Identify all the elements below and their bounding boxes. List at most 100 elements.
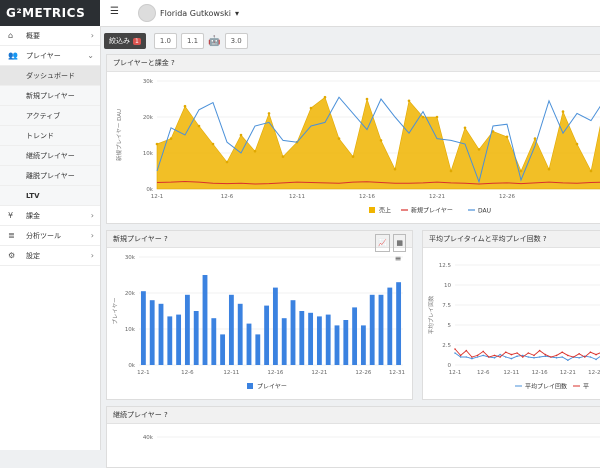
bar <box>228 294 234 365</box>
avatar <box>138 4 156 22</box>
revenue-point <box>477 148 481 151</box>
play-count-line-point <box>544 355 547 357</box>
sidebar-item-label: 概要 <box>26 32 40 40</box>
bar <box>158 303 164 365</box>
bar <box>264 305 270 365</box>
app-logo: G²METRICS <box>0 0 100 26</box>
new-players-chart: 0k 10k 20k 30k プレイヤー 12-1 12-6 12-11 12-16 12-21 1… <box>112 254 405 391</box>
play-count-line-point <box>499 353 501 356</box>
sidebar-item-ltv[interactable]: LTV <box>0 186 100 206</box>
bar <box>343 320 349 365</box>
legend-play-count: 平均プレイ回数 <box>525 383 567 391</box>
help-icon[interactable]: ? <box>171 59 175 67</box>
revenue-point <box>155 142 159 146</box>
revenue-point <box>169 137 173 140</box>
bar <box>378 294 384 365</box>
bar <box>167 316 173 365</box>
sidebar-item-label: 設定 <box>26 252 40 260</box>
x-tick-label: 12-11 <box>223 370 239 376</box>
legend-players: プレイヤー <box>257 384 287 391</box>
help-icon[interactable]: ? <box>164 411 168 419</box>
filter-button[interactable]: 絞込み 1 <box>104 33 146 49</box>
panel-title: 継続プレイヤー <box>113 411 162 419</box>
play-time-line-point <box>499 356 501 358</box>
ios-version-option[interactable]: 1.1 <box>180 33 205 49</box>
y-tick-label: 7.5 <box>442 303 451 309</box>
users-icon: 👥 <box>8 51 18 60</box>
help-icon[interactable]: ? <box>543 235 547 243</box>
ios-version-option[interactable]: 1.0 <box>153 33 177 49</box>
play-time-line-point <box>595 353 597 356</box>
play-time-line-point <box>550 356 552 358</box>
y-tick-label: 40k <box>143 435 154 441</box>
y-axis-label: 平均プレイ回数 <box>427 295 435 334</box>
android-icon[interactable]: 🤖 <box>208 36 220 47</box>
sidebar-item-retained[interactable]: 継続プレイヤー <box>0 146 100 166</box>
bar <box>237 303 243 365</box>
help-icon[interactable]: ? <box>164 235 168 243</box>
sidebar-item-billing[interactable]: ¥ 課金 › <box>0 206 100 226</box>
y-axis-label: プレイヤー <box>112 297 119 324</box>
user-name: Florida Gutkowski <box>160 8 231 18</box>
revenue-point <box>309 106 313 110</box>
revenue-point <box>533 137 537 140</box>
sidebar-item-players[interactable]: 👥 プレイヤー ⌄ <box>0 46 100 66</box>
x-tick-label: 12-16 <box>359 194 375 200</box>
sidebar-item-settings[interactable]: ⚙ 設定 › <box>0 246 100 266</box>
android-version-option[interactable]: 3.0 <box>224 33 248 49</box>
sidebar-item-overview[interactable]: ⌂ 概要 › <box>0 26 100 46</box>
revenue-point <box>547 167 551 171</box>
y-tick-label: 5 <box>448 323 452 329</box>
sidebar-item-active[interactable]: アクティブ <box>0 106 100 126</box>
sidebar-item-label: プレイヤー <box>26 52 61 60</box>
database-icon: ≣ <box>8 231 15 240</box>
x-tick-label: 12-31 <box>389 370 405 376</box>
sidebar-item-analysis[interactable]: ≣ 分析ツール › <box>0 226 100 246</box>
x-tick-label: 12-11 <box>289 194 305 200</box>
revenue-point <box>589 169 593 173</box>
sidebar-item-dashboard[interactable]: ダッシュボード <box>0 66 100 86</box>
sidebar-item-churned[interactable]: 離脱プレイヤー <box>0 166 100 186</box>
legend-revenue: 売上 <box>379 207 391 215</box>
play-time-line-point <box>488 356 490 358</box>
user-menu[interactable]: Florida Gutkowski ▾ <box>138 4 239 22</box>
bar <box>281 318 287 365</box>
sidebar-item-trend[interactable]: トレンド <box>0 126 100 146</box>
play-time-line-point <box>567 354 569 357</box>
retained-chart: 40k <box>143 435 600 441</box>
revenue-point <box>561 110 565 113</box>
revenue-point <box>183 104 187 108</box>
sidebar-item-new-players[interactable]: 新規プレイヤー <box>0 86 100 106</box>
chevron-down-icon: ⌄ <box>87 51 94 60</box>
revenue-point <box>323 95 327 99</box>
revenue-point <box>253 149 257 153</box>
play-time-line-point <box>504 351 507 353</box>
play-count-line-point <box>561 356 564 358</box>
play-time-line-point <box>465 349 468 352</box>
sidebar-item-label: 継続プレイヤー <box>26 152 75 160</box>
bar <box>255 334 261 365</box>
menu-toggle-icon[interactable]: ☰ <box>110 6 119 17</box>
x-tick-label: 12-16 <box>267 370 283 376</box>
gear-icon: ⚙ <box>8 251 16 260</box>
play-count-line-point <box>538 356 541 358</box>
revenue-point <box>463 126 467 130</box>
sidebar-item-label: 離脱プレイヤー <box>26 172 75 180</box>
y-axis-label: 新規プレイヤー DAU <box>115 109 123 161</box>
revenue-point <box>225 160 229 164</box>
play-time-line-point <box>476 354 479 357</box>
play-count-line-point <box>578 357 580 359</box>
revenue-point <box>337 137 341 140</box>
bar <box>246 323 252 365</box>
play-time-line-point <box>527 352 530 354</box>
x-tick-label: 12-1 <box>151 194 163 200</box>
x-tick-label: 12-6 <box>477 370 490 376</box>
revenue-point <box>267 112 271 115</box>
play-time-line-point <box>538 349 541 352</box>
panel-title: 平均プレイタイムと平均プレイ回数 <box>429 235 541 243</box>
y-tick-label: 20k <box>143 115 154 121</box>
bar <box>308 312 314 365</box>
bar <box>140 291 146 365</box>
x-tick-label: 12-26 <box>355 370 371 376</box>
play-count-line-point <box>476 356 479 358</box>
